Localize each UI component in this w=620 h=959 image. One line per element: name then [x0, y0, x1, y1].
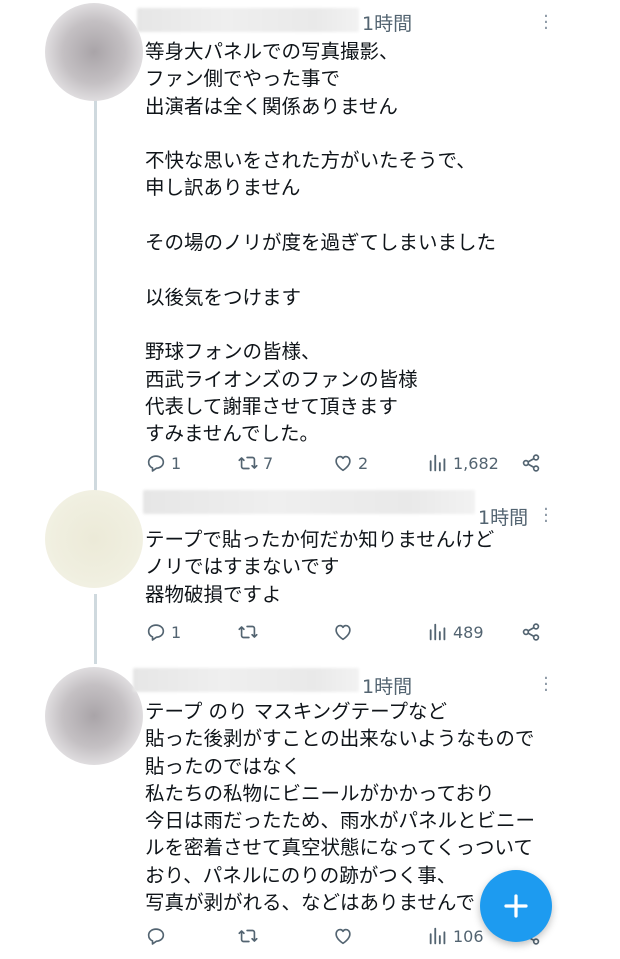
tweet-text: 等身大パネルでの写真撮影、 ファン側でやった事で 出演者は全く関係ありません 不…	[145, 38, 610, 447]
text-line: 貼った後剥がすことの出来ないようなもので	[145, 727, 535, 751]
share-button[interactable]	[520, 618, 542, 646]
text-line: ファン側でやった事で	[145, 67, 341, 91]
tweet-actions: 1 489	[145, 618, 555, 646]
text-line: 不快な思いをされた方がいたそうで、	[145, 149, 476, 173]
avatar[interactable]	[45, 3, 143, 101]
text-line: 私たちの私物にビニールがかかっており	[145, 781, 495, 805]
timestamp[interactable]: 1時間	[362, 672, 412, 699]
reply-icon	[147, 928, 165, 945]
tweet[interactable]: 1時間 · · · 等身大パネルでの写真撮影、 ファン側でやった事で 出演者は全く関…	[0, 0, 620, 485]
text-line: ノリではすまないです	[145, 555, 340, 579]
text-line: 代表して謝罪させて頂きます	[145, 394, 398, 418]
views-count: 1,682	[453, 453, 499, 473]
share-icon	[522, 454, 540, 472]
text-line: 器物破損ですよ	[145, 582, 282, 606]
retweet-count: 7	[263, 453, 274, 473]
tweet[interactable]: 1時間 · · · テープで貼ったか何だか知りませんけど ノリではすまないです 器物…	[0, 485, 620, 655]
avatar[interactable]	[45, 667, 143, 765]
views-count: 106	[453, 926, 484, 946]
text-line: すみませんでした。	[145, 422, 319, 446]
more-icon[interactable]: · · ·	[539, 501, 553, 531]
retweet-icon	[238, 456, 258, 470]
text-line: ルを密着させて真空状態になってくっついて	[145, 836, 533, 860]
text-line: 等身大パネルでの写真撮影、	[145, 40, 399, 63]
text-line: 今日は雨だったため、雨水がパネルとビニー	[145, 809, 536, 833]
share-button[interactable]	[520, 449, 542, 477]
views-button[interactable]: 106	[427, 922, 484, 950]
text-line	[145, 202, 610, 229]
heart-icon	[335, 455, 351, 472]
tweet-actions: 1 7 2 1,682	[145, 449, 555, 477]
views-count: 489	[453, 622, 484, 642]
views-button[interactable]: 1,682	[427, 449, 499, 477]
reply-button[interactable]	[145, 922, 171, 950]
views-icon	[429, 454, 446, 472]
like-button[interactable]	[332, 618, 358, 646]
compose-plus-icon	[504, 894, 528, 918]
views-icon	[429, 623, 446, 641]
reply-count: 1	[171, 453, 182, 473]
more-icon[interactable]: · · ·	[539, 670, 553, 700]
timestamp[interactable]: 1時間	[362, 9, 412, 36]
text-line: 申し訳ありません	[145, 176, 301, 200]
text-line: 以後気をつけます	[145, 285, 302, 309]
text-line: 出演者は全く関係ありません	[145, 94, 398, 118]
reply-icon	[147, 624, 165, 641]
reply-button[interactable]: 1	[145, 449, 181, 477]
share-icon	[522, 623, 540, 641]
like-button[interactable]	[332, 922, 358, 950]
like-button[interactable]: 2	[332, 449, 368, 477]
avatar[interactable]	[45, 490, 143, 588]
text-line: テープで貼ったか何だか知りませんけど	[145, 528, 495, 551]
author-name-blurred[interactable]	[143, 490, 475, 514]
text-line	[145, 120, 610, 147]
heart-icon	[335, 624, 351, 641]
reply-icon	[147, 455, 165, 472]
text-line: 貼ったのではなく	[145, 754, 302, 778]
retweet-button[interactable]	[237, 922, 263, 950]
retweet-icon	[238, 929, 258, 943]
like-count: 2	[358, 453, 369, 473]
tweet-text: テープで貼ったか何だか知りませんけど ノリではすまないです 器物破損ですよ	[145, 526, 610, 608]
author-name-blurred[interactable]	[137, 8, 359, 32]
text-line: テープ のり マスキングテープなど	[145, 700, 447, 723]
heart-icon	[335, 928, 351, 945]
compose-button[interactable]	[480, 870, 552, 942]
text-line	[145, 311, 610, 338]
text-line	[145, 256, 610, 283]
text-line: その場のノリが度を過ぎてしまいました	[145, 231, 497, 255]
text-line: 西武ライオンズのファンの皆様	[145, 367, 418, 391]
tweet-thread-page: 1時間 · · · 等身大パネルでの写真撮影、 ファン側でやった事で 出演者は全く関…	[0, 0, 620, 959]
retweet-button[interactable]	[237, 618, 263, 646]
reply-count: 1	[171, 622, 182, 642]
retweet-button[interactable]: 7	[237, 449, 273, 477]
views-icon	[429, 927, 446, 945]
author-name-blurred[interactable]	[133, 668, 359, 692]
retweet-icon	[238, 625, 258, 639]
reply-button[interactable]: 1	[145, 618, 181, 646]
views-button[interactable]: 489	[427, 618, 484, 646]
text-line: 野球フォンの皆様、	[145, 340, 321, 364]
more-icon[interactable]: · · ·	[539, 8, 553, 38]
